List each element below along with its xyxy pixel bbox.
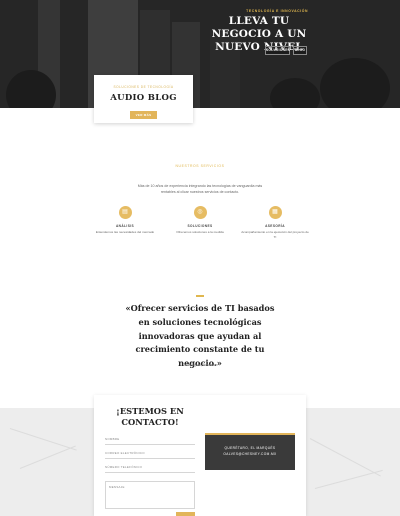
contact-info-box: QUERÉTARO, EL MARQUÉS OALVES@CHESNEY.COM…: [205, 433, 295, 470]
name-field[interactable]: NOMBRE: [105, 437, 195, 445]
services-kicker: NUESTROS SERVICIOS: [175, 164, 225, 168]
feature-text: Entendemos las necesidades del mercado: [95, 230, 155, 234]
contact-email[interactable]: OALVES@CHESNEY.COM.MX: [205, 452, 295, 458]
contact-title: ¡ESTEMOS EN CONTACTO!: [116, 406, 184, 427]
contact-card: ¡ESTEMOS EN CONTACTO! NOMBRE CORREO ELEC…: [94, 395, 306, 516]
services-description: Más de 10 años de experiencia integrando…: [137, 184, 263, 194]
quote-author: Omar Aguiar, Fundador: [182, 363, 218, 367]
tree-silhouette: [270, 78, 320, 108]
feature-analysis: ▤ ANÁLISIS Entendemos las necesidades de…: [90, 206, 160, 235]
blog-button[interactable]: BLOG: [293, 46, 307, 55]
lightbulb-icon: ◎: [193, 206, 207, 219]
chart-icon: ▤: [118, 206, 132, 219]
blog-card-kicker: SOLUCIONES DE TECNOLOGÍA: [113, 85, 174, 89]
feature-solutions: ◎ SOLUCIONES Ofrecemos soluciones a la m…: [165, 206, 235, 235]
quote-divider: [196, 295, 204, 297]
growth-icon: ▦: [268, 206, 282, 219]
feature-title: SOLUCIONES: [187, 224, 213, 228]
feature-title: ANÁLISIS: [115, 224, 135, 228]
feature-consulting: ▦ ASESORÍA Acompañamiento en la ejecució…: [240, 206, 310, 239]
blog-card-title: AUDIO BLOG: [110, 93, 177, 103]
hero-section: TECNOLOGÍA E INNOVACIÓN LLEVA TU NEGOCIO…: [0, 0, 400, 108]
email-field[interactable]: CORREO ELECTRÓNICO: [105, 451, 195, 459]
solutions-button[interactable]: SOLUCIONES: [265, 46, 290, 55]
blog-card: SOLUCIONES DE TECNOLOGÍA AUDIO BLOG VER …: [94, 75, 193, 123]
feature-title: ASESORÍA: [265, 224, 285, 228]
send-button[interactable]: [176, 512, 195, 516]
marble-vein: [314, 469, 383, 489]
marble-vein: [309, 438, 381, 477]
feature-text: Acompañamiento en la ejecución del proye…: [241, 230, 309, 239]
feature-text: Ofrecemos soluciones a la medida: [176, 230, 224, 234]
mission-quote: «Ofrecer servicios de TI basados en solu…: [125, 303, 275, 369]
message-field[interactable]: MENSAJE: [105, 481, 195, 509]
tree-silhouette: [320, 58, 390, 108]
marble-vein: [9, 428, 77, 451]
view-more-button[interactable]: VER MÁS: [130, 111, 157, 119]
hero-kicker: TECNOLOGÍA E INNOVACIÓN: [246, 9, 308, 13]
marble-vein: [19, 445, 76, 469]
phone-field[interactable]: NÚMERO TELEFÓNICO: [105, 465, 195, 473]
